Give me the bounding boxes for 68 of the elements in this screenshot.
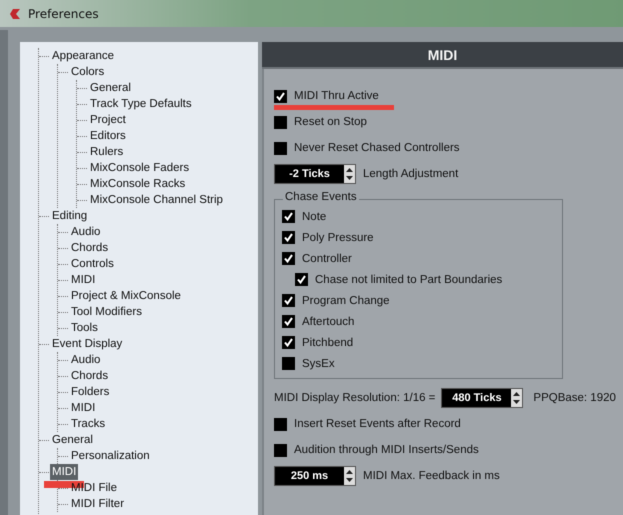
checkbox-label: MIDI Thru Active [294, 90, 379, 102]
spinner-field[interactable]: 250 ms [274, 466, 356, 486]
checkbox-label: Audition through MIDI Inserts/Sends [294, 444, 479, 456]
tree-item[interactable]: MIDI File [69, 480, 119, 496]
tree-item[interactable]: Audio [69, 224, 102, 240]
tree-item[interactable]: Tools [69, 320, 100, 336]
tree-item[interactable]: Project & MixConsole [69, 288, 183, 304]
checkbox-label: Reset on Stop [294, 116, 367, 128]
checkbox[interactable] [282, 294, 295, 307]
tree-item[interactable]: Appearance [50, 48, 116, 64]
checkbox-label: Never Reset Chased Controllers [294, 142, 460, 154]
resolution-label: MIDI Display Resolution: 1/16 = [274, 392, 436, 404]
app-logo-icon [8, 6, 22, 20]
tree-item[interactable]: MIDI [69, 400, 98, 416]
checkbox-label: Poly Pressure [302, 232, 374, 244]
tree-item[interactable]: Editors [88, 128, 128, 144]
tree-item[interactable]: Rulers [88, 144, 126, 160]
checkbox[interactable] [274, 418, 287, 430]
checkbox-label: Note [302, 210, 326, 222]
tree-item[interactable]: MixConsole Racks [88, 176, 188, 192]
spinner-field[interactable]: 480 Ticks [441, 388, 524, 408]
spinner-field[interactable]: -2 Ticks [274, 164, 356, 184]
tree-item[interactable]: MIDI [69, 272, 98, 288]
tree-item[interactable]: Chords [69, 368, 110, 384]
checkbox[interactable] [274, 116, 287, 128]
tree-item[interactable]: Audio [69, 352, 102, 368]
ppq-base-text: PPQBase: 1920 [533, 392, 616, 404]
tree-item[interactable]: Tool Modifiers [69, 304, 144, 320]
tree-item[interactable]: Controls [69, 256, 116, 272]
checkbox-label: Chase not limited to Part Boundaries [315, 274, 502, 286]
checkbox[interactable] [282, 252, 295, 265]
tree-item[interactable]: Track Type Defaults [88, 96, 194, 112]
checkbox[interactable] [282, 315, 295, 328]
checkbox[interactable] [282, 357, 295, 370]
window-title: Preferences [28, 6, 99, 20]
spinner-arrows-icon[interactable] [344, 467, 355, 485]
checkbox-label: Pitchbend [302, 336, 354, 348]
tree-item[interactable]: MixConsole Channel Strip [88, 192, 225, 208]
tree-item[interactable]: Colors [69, 64, 106, 80]
spinner-arrows-icon[interactable] [344, 165, 355, 183]
checkbox-label: Controller [302, 252, 352, 264]
checkbox[interactable] [274, 142, 287, 154]
tree-item[interactable]: Project [88, 112, 128, 128]
tree-item[interactable]: Personalization [69, 448, 152, 464]
spinner-label: Length Adjustment [363, 168, 458, 180]
checkbox-label: Program Change [302, 294, 390, 306]
tree-item[interactable]: Folders [69, 384, 112, 400]
checkbox[interactable] [282, 336, 295, 349]
spinner-arrows-icon[interactable] [511, 389, 522, 407]
tree-item[interactable]: Tracks [69, 416, 108, 432]
checkbox-label: SysEx [302, 358, 335, 370]
tree-item[interactable]: MixConsole Faders [88, 160, 192, 176]
checkbox-label: Insert Reset Events after Record [294, 418, 461, 430]
tree-item[interactable]: Chords [69, 240, 110, 256]
checkbox[interactable] [282, 231, 295, 244]
tree-item[interactable]: General [50, 432, 95, 448]
tree-item[interactable]: General [88, 80, 133, 96]
checkbox[interactable] [295, 273, 308, 286]
tree-item[interactable]: Editing [50, 208, 90, 224]
checkbox[interactable] [274, 444, 287, 456]
spinner-label: MIDI Max. Feedback in ms [363, 470, 500, 482]
checkbox[interactable] [282, 210, 295, 223]
tree-item[interactable]: Event Display [50, 336, 124, 352]
tree-item[interactable]: MIDI Filter [69, 496, 126, 512]
checkbox[interactable] [274, 90, 287, 102]
group-title: Chase Events [283, 191, 359, 203]
checkbox-label: Aftertouch [302, 316, 354, 328]
panel-title: MIDI [428, 46, 458, 62]
